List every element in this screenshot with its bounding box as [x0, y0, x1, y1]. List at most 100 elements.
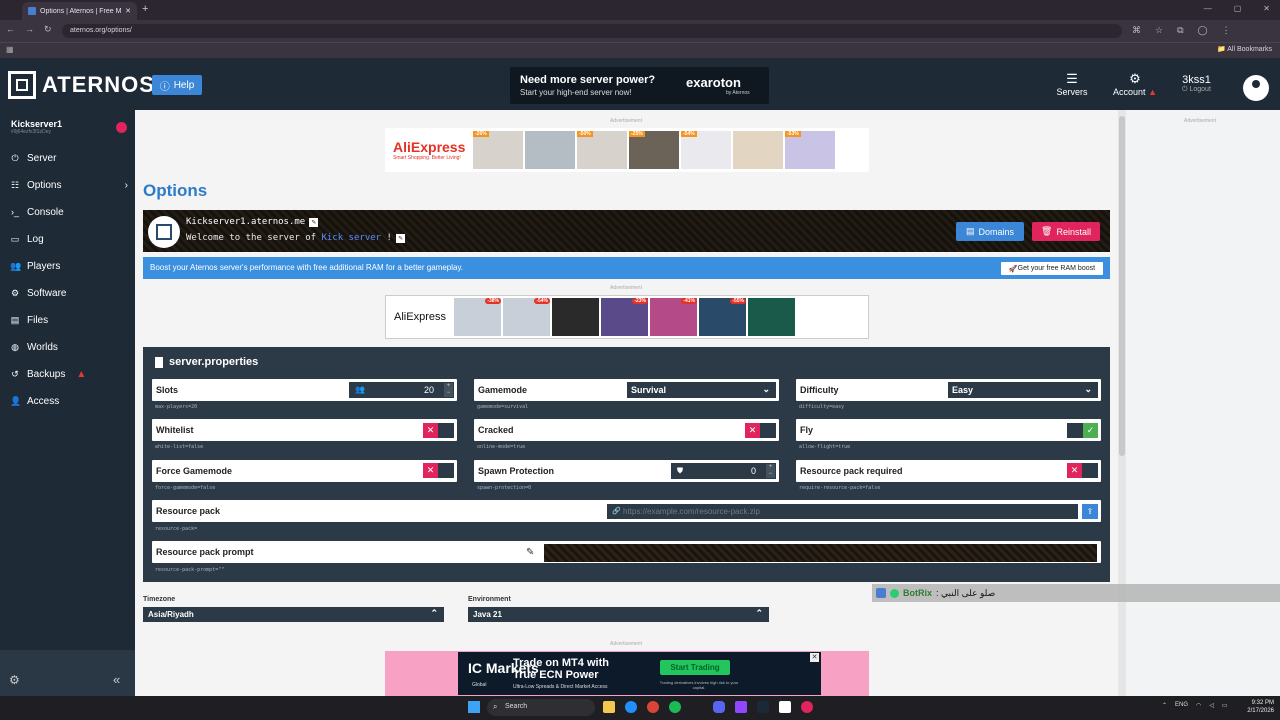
ad-discount: -53%: [785, 131, 801, 137]
servers-nav[interactable]: ☰ Servers: [1052, 71, 1092, 97]
icmarkets-ad[interactable]: IC Markets Global Trade on MT4 with True …: [458, 652, 821, 695]
bookmark-star-icon[interactable]: ☆: [1155, 25, 1163, 36]
server-motd[interactable]: Welcome to the server of Kick server ! ✎: [186, 233, 405, 243]
url-field[interactable]: aternos.org/options/: [62, 24, 1122, 38]
battery-icon[interactable]: ▭: [1222, 702, 1228, 709]
sidebar-item-console[interactable]: ›_ Console: [10, 201, 130, 223]
scrollbar[interactable]: [1118, 110, 1126, 696]
timezone-select[interactable]: Asia/Riyadh ⌃: [143, 607, 444, 622]
settings-gear-icon[interactable]: ⚙: [9, 673, 20, 687]
reinstall-button[interactable]: 🗑 Reinstall: [1032, 222, 1100, 241]
gamemode-select[interactable]: Survival ⌄: [627, 382, 776, 398]
start-trading-button[interactable]: Start Trading: [660, 660, 730, 675]
force-gamemode-toggle[interactable]: ✕: [423, 463, 454, 478]
user-menu[interactable]: 3kss1 ⏻ Logout: [1182, 74, 1247, 94]
sidebar-item-label: Access: [27, 395, 60, 407]
aliexpress-ad[interactable]: AliExpress Smart Shopping. Better Living…: [385, 128, 869, 172]
bot-name: BotRix: [903, 588, 932, 598]
chrome-icon[interactable]: [647, 701, 659, 713]
aternos-logo[interactable]: ATERNOS: [8, 71, 155, 99]
extensions-icon[interactable]: ⧉: [1177, 25, 1183, 36]
server-address[interactable]: Kickserver1.aternos.me ✎: [186, 217, 319, 227]
properties-title: server.properties: [155, 356, 258, 368]
slots-stepper[interactable]: + −: [444, 383, 453, 397]
sidebar-item-software[interactable]: ⚙ Software: [10, 282, 130, 304]
maximize-icon[interactable]: ▢: [1234, 4, 1242, 13]
edit-icon[interactable]: ✎: [309, 218, 319, 227]
resource-pack-required-toggle[interactable]: ✕: [1067, 463, 1098, 478]
spotify-icon[interactable]: [669, 701, 681, 713]
spawn-protection-stepper[interactable]: + −: [766, 464, 775, 478]
help-button[interactable]: ⓘ Help: [152, 75, 202, 95]
header-ad[interactable]: Need more server power? Start your high-…: [510, 67, 769, 104]
browser-tabbar: [0, 0, 1280, 20]
logo-text: ATERNOS: [42, 72, 155, 97]
wifi-icon[interactable]: ◠: [1196, 702, 1201, 709]
logout-link[interactable]: ⏻ Logout: [1182, 86, 1211, 94]
avatar[interactable]: [1243, 75, 1269, 101]
twitch-icon[interactable]: [735, 701, 747, 713]
chevron-down-icon: ⌄: [762, 384, 770, 394]
slots-input[interactable]: 👥 20 + −: [349, 382, 454, 398]
windows-start-icon[interactable]: [468, 701, 480, 713]
pencil-icon[interactable]: ✎: [526, 547, 534, 558]
sidebar-item-server[interactable]: ⏻ Server: [10, 147, 130, 169]
shield-icon: ⛊: [677, 466, 683, 475]
account-nav[interactable]: ⚙ Account ▲: [1110, 71, 1160, 97]
sidebar-item-options[interactable]: ☷ Options ›: [10, 174, 130, 196]
reload-icon[interactable]: ↻: [44, 24, 52, 35]
collapse-sidebar-icon[interactable]: «: [113, 672, 120, 687]
edit-icon[interactable]: ✎: [395, 234, 405, 243]
warning-icon: ▲: [1148, 87, 1157, 97]
close-tab-icon[interactable]: ✕: [125, 7, 131, 15]
translate-icon[interactable]: ⌘: [1132, 25, 1141, 36]
edge-icon[interactable]: [625, 701, 637, 713]
apps-grid-icon[interactable]: ▦: [6, 45, 14, 54]
domains-button[interactable]: ▤ Domains: [956, 222, 1024, 241]
close-ad-icon[interactable]: ✕: [810, 653, 819, 662]
volume-icon[interactable]: ◁: [1209, 702, 1214, 709]
sidebar-item-access[interactable]: 👤 Access: [10, 390, 130, 412]
aliexpress-ad-2[interactable]: AliExpress -38% -54% -23% -41% -55%: [385, 295, 869, 339]
sidebar-item-label: Software: [27, 287, 67, 299]
file-explorer-icon[interactable]: [603, 701, 615, 713]
browser-tab[interactable]: Options | Aternos | Free Minecraft ✕: [22, 2, 137, 20]
cracked-toggle[interactable]: ✕: [745, 423, 776, 438]
difficulty-select[interactable]: Easy ⌄: [948, 382, 1098, 398]
ram-boost-button[interactable]: 🚀 Get your free RAM boost: [1001, 262, 1103, 275]
taskbar-clock[interactable]: 9:32 PM 2/17/2026: [1242, 699, 1274, 715]
discord-icon[interactable]: [713, 701, 725, 713]
back-icon[interactable]: ←: [6, 24, 15, 35]
obs-icon[interactable]: [801, 701, 813, 713]
spawn-protection-value: 0: [750, 466, 756, 476]
taskbar-search[interactable]: ⌕ Search: [487, 699, 595, 716]
profile-icon[interactable]: ◯: [1198, 25, 1208, 36]
fly-toggle[interactable]: ✓: [1067, 423, 1098, 438]
nav-buttons: ← → ↻: [6, 24, 52, 35]
app-icon[interactable]: [779, 701, 791, 713]
sidebar-item-players[interactable]: 👥 Players: [10, 255, 130, 277]
sidebar-item-backups[interactable]: ↺ Backups ▲: [10, 363, 130, 385]
ad-discount: -55%: [730, 298, 746, 304]
sidebar-item-worlds[interactable]: ◍ Worlds: [10, 336, 130, 358]
ad-discount: -38%: [485, 298, 501, 304]
forward-icon[interactable]: →: [25, 24, 34, 35]
resource-pack-input[interactable]: 🔗 https://example.com/resource-pack.zip: [607, 504, 1078, 519]
sidebar-item-files[interactable]: ▤ Files: [10, 309, 130, 331]
property-key: white-list=false: [155, 444, 204, 450]
upload-button[interactable]: ⇪: [1082, 504, 1098, 519]
property-key: resource-pack-prompt="": [155, 567, 225, 573]
tray-chevron-icon[interactable]: ⌃: [1162, 702, 1167, 709]
spawn-protection-input[interactable]: ⛊ 0 + −: [671, 463, 776, 479]
environment-select[interactable]: Java 21 ⌃: [468, 607, 769, 622]
language-indicator[interactable]: ENG: [1175, 702, 1188, 709]
whitelist-toggle[interactable]: ✕: [423, 423, 454, 438]
steam-icon[interactable]: [757, 701, 769, 713]
resource-pack-prompt-input[interactable]: [544, 544, 1097, 562]
menu-icon[interactable]: ⋮: [1222, 25, 1231, 36]
sidebar-item-log[interactable]: ▭ Log: [10, 228, 130, 250]
close-window-icon[interactable]: ✕: [1263, 4, 1270, 13]
minimize-icon[interactable]: —: [1204, 4, 1212, 13]
all-bookmarks-link[interactable]: 📁 All Bookmarks: [1217, 45, 1272, 53]
new-tab-icon[interactable]: +: [142, 3, 148, 15]
